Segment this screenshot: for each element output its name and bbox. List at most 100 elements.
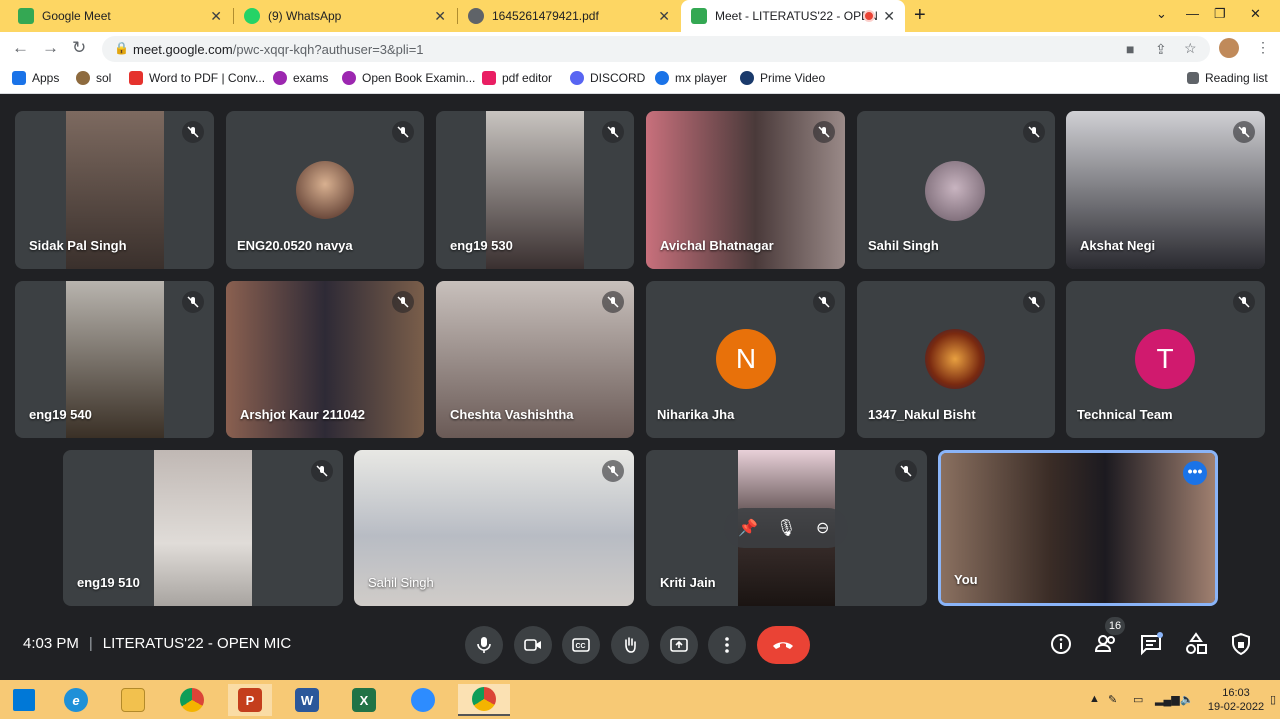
url-field[interactable]: 🔒 meet.google.com/pwc-xqqr-kqh?authuser=… bbox=[102, 36, 1210, 62]
camera-icon[interactable]: ■ bbox=[1126, 41, 1134, 57]
participant-tile[interactable]: Sidak Pal Singh bbox=[15, 111, 214, 269]
volume-icon[interactable]: 🔈 bbox=[1180, 693, 1194, 706]
participant-tile[interactable]: eng19 540 bbox=[15, 281, 214, 438]
participant-tile[interactable]: Sahil Singh bbox=[354, 450, 634, 606]
share-icon[interactable]: ⇪ bbox=[1155, 41, 1167, 58]
notifications-icon[interactable]: ▯ bbox=[1270, 693, 1276, 706]
language-icon[interactable]: ✎ bbox=[1108, 693, 1117, 706]
participant-name: ENG20.0520 navya bbox=[237, 238, 353, 253]
mic-off-icon bbox=[1233, 121, 1255, 143]
participant-name: eng19 530 bbox=[450, 238, 513, 253]
participant-tile[interactable]: Cheshta Vashishtha bbox=[436, 281, 634, 438]
bookmark-pdf-editor[interactable]: pdf editor bbox=[482, 71, 552, 85]
participant-tile[interactable]: Arshjot Kaur 211042 bbox=[226, 281, 424, 438]
camera-button[interactable] bbox=[514, 626, 552, 664]
discord-icon bbox=[570, 71, 584, 85]
wifi-icon[interactable]: ▂▄▆ bbox=[1155, 693, 1180, 706]
raise-hand-button[interactable] bbox=[611, 626, 649, 664]
participant-tile[interactable]: 📌 🎙 ⊖ Kriti Jain bbox=[646, 450, 927, 606]
participant-name: eng19 540 bbox=[29, 407, 92, 422]
windows-start-button[interactable] bbox=[2, 684, 46, 716]
more-options-menu-button[interactable] bbox=[708, 626, 746, 664]
bookmark-mx-player[interactable]: mx player bbox=[655, 71, 727, 85]
taskbar-word[interactable]: W bbox=[285, 684, 329, 716]
participant-tile[interactable]: eng19 530 bbox=[436, 111, 634, 269]
participant-tile[interactable]: Avichal Bhatnagar bbox=[646, 111, 845, 269]
mic-off-icon bbox=[1023, 291, 1045, 313]
new-tab-button[interactable]: + bbox=[914, 4, 926, 27]
taskbar-excel[interactable]: X bbox=[342, 684, 386, 716]
tab-search-icon[interactable]: ⌄ bbox=[1156, 6, 1167, 22]
battery-icon[interactable]: ▭ bbox=[1133, 693, 1143, 706]
show-hidden-icons-icon[interactable]: ▲ bbox=[1089, 693, 1100, 705]
taskbar-internet-explorer[interactable]: e bbox=[54, 684, 98, 716]
bookmark-word-to-pdf[interactable]: Word to PDF | Conv... bbox=[129, 71, 265, 85]
present-screen-icon bbox=[670, 638, 688, 652]
clock-time: 16:03 bbox=[1222, 687, 1250, 699]
close-tab-icon[interactable]: ✕ bbox=[210, 8, 222, 25]
meeting-info-icon[interactable] bbox=[1048, 631, 1074, 657]
bookmark-exams[interactable]: exams bbox=[273, 71, 328, 85]
mic-off-icon bbox=[392, 121, 414, 143]
host-controls-icon[interactable] bbox=[1228, 631, 1254, 657]
present-screen-button[interactable] bbox=[660, 626, 698, 664]
close-tab-icon[interactable]: ✕ bbox=[658, 8, 670, 25]
tab-pdf[interactable]: 1645261479421.pdf ✕ bbox=[458, 0, 680, 32]
participant-tile[interactable]: Sahil Singh bbox=[857, 111, 1055, 269]
bookmark-sol[interactable]: sol bbox=[76, 71, 111, 85]
meet-control-bar: 4:03 PM | LITERATUS'22 - OPEN MIC CC 16 bbox=[0, 617, 1280, 680]
system-clock[interactable]: 16:03 19-02-2022 bbox=[1204, 686, 1268, 714]
tab-title: Meet - LITERATUS'22 - OPEN bbox=[715, 9, 878, 23]
forward-icon[interactable]: → bbox=[42, 38, 59, 58]
close-window-icon[interactable]: ✕ bbox=[1250, 6, 1261, 22]
participant-tile[interactable]: eng19 510 bbox=[63, 450, 343, 606]
participant-tile[interactable]: Akshat Negi bbox=[1066, 111, 1265, 269]
participant-name: 1347_Nakul Bisht bbox=[868, 407, 976, 422]
participant-tile[interactable]: N Niharika Jha bbox=[646, 281, 845, 438]
restore-icon[interactable]: ❐ bbox=[1214, 6, 1226, 22]
taskbar-chrome-active[interactable] bbox=[458, 684, 510, 716]
more-options-button[interactable]: ••• bbox=[1183, 461, 1207, 485]
participant-tile[interactable]: ENG20.0520 navya bbox=[226, 111, 424, 269]
taskbar-chrome[interactable] bbox=[170, 684, 214, 716]
participant-tile[interactable]: 1347_Nakul Bisht bbox=[857, 281, 1055, 438]
chat-icon[interactable] bbox=[1138, 631, 1164, 657]
bookmark-discord[interactable]: DISCORD bbox=[570, 71, 645, 85]
captions-button[interactable]: CC bbox=[562, 626, 600, 664]
close-tab-icon[interactable]: ✕ bbox=[434, 8, 446, 25]
meeting-details: 4:03 PM | LITERATUS'22 - OPEN MIC bbox=[23, 635, 291, 652]
participant-name: Kriti Jain bbox=[660, 575, 716, 590]
close-tab-icon[interactable]: ✕ bbox=[883, 8, 895, 25]
remove-icon[interactable]: ⊖ bbox=[816, 518, 829, 538]
taskbar-zoom[interactable] bbox=[401, 684, 445, 716]
tab-whatsapp[interactable]: (9) WhatsApp ✕ bbox=[234, 0, 456, 32]
self-tile[interactable]: ••• You bbox=[938, 450, 1218, 606]
leave-call-button[interactable] bbox=[757, 626, 810, 664]
taskbar-file-explorer[interactable] bbox=[111, 684, 155, 716]
bookmark-apps[interactable]: Apps bbox=[12, 71, 59, 85]
mute-participant-icon[interactable]: 🎙 bbox=[776, 518, 796, 538]
self-video bbox=[941, 453, 1215, 603]
menu-kebab-icon[interactable]: ⋮ bbox=[1256, 39, 1270, 56]
lock-icon[interactable]: 🔒 bbox=[114, 41, 129, 55]
minimize-icon[interactable]: — bbox=[1186, 6, 1199, 21]
microphone-button[interactable] bbox=[465, 626, 503, 664]
bookmark-star-icon[interactable]: ☆ bbox=[1184, 40, 1197, 57]
tile-hover-controls: 📌 🎙 ⊖ bbox=[724, 508, 848, 548]
tab-google-meet[interactable]: Google Meet ✕ bbox=[8, 0, 232, 32]
pdf-editor-icon bbox=[482, 71, 496, 85]
back-icon[interactable]: ← bbox=[12, 38, 29, 58]
apps-grid-icon bbox=[12, 71, 26, 85]
pin-icon[interactable]: 📌 bbox=[738, 518, 758, 538]
participant-tile[interactable]: T Technical Team bbox=[1066, 281, 1265, 438]
taskbar-powerpoint[interactable]: P bbox=[228, 684, 272, 716]
bookmark-open-book[interactable]: Open Book Examin... bbox=[342, 71, 475, 85]
google-meet-icon bbox=[18, 8, 34, 24]
tab-meet-literatus[interactable]: Meet - LITERATUS'22 - OPEN ✕ bbox=[681, 0, 905, 32]
profile-avatar[interactable] bbox=[1219, 38, 1239, 58]
reload-icon[interactable]: ↻ bbox=[72, 38, 86, 58]
bookmark-prime-video[interactable]: Prime Video bbox=[740, 71, 825, 85]
reading-list[interactable]: Reading list bbox=[1187, 71, 1268, 85]
participant-count-badge: 16 bbox=[1105, 617, 1125, 635]
activities-icon[interactable] bbox=[1183, 631, 1209, 657]
